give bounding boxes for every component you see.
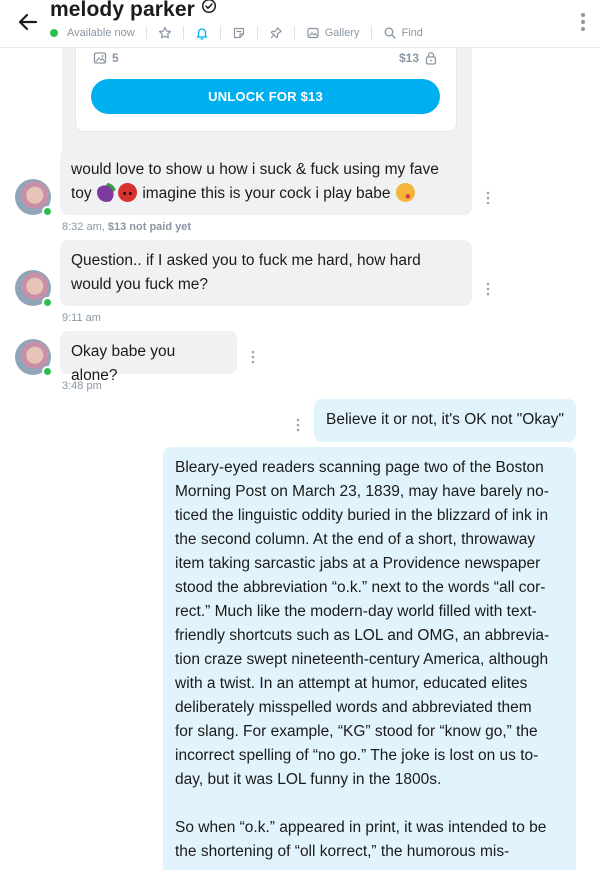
online-status-dot	[42, 206, 53, 217]
smiling-devil-icon	[118, 183, 137, 202]
divider	[182, 26, 184, 40]
divider	[293, 26, 295, 40]
lock-icon	[424, 51, 438, 65]
pin-icon[interactable]	[269, 26, 283, 40]
message-text-line: toy imagine this is your cock i play bab…	[71, 182, 461, 206]
image-icon	[93, 51, 107, 65]
divider	[219, 26, 221, 40]
message-text: Question.. if I asked you to fuck me har…	[71, 252, 421, 269]
message-text: Bleary-eyed readers scanning page two of…	[175, 459, 550, 860]
verified-badge-icon	[201, 0, 217, 20]
winking-kiss-icon	[395, 183, 415, 202]
message-text: Believe it or not, it's OK not "Okay"	[326, 411, 564, 428]
outgoing-message-bubble[interactable]: Bleary-eyed readers scanning page two of…	[163, 447, 576, 870]
gallery-label: Gallery	[324, 27, 360, 39]
availability-status: Available now	[67, 27, 135, 39]
message-time: 3:48 pm	[62, 380, 102, 392]
avatar[interactable]	[15, 179, 53, 217]
divider	[370, 26, 372, 40]
bell-icon[interactable]	[195, 26, 209, 40]
avatar[interactable]	[15, 270, 53, 308]
message-text: toy	[71, 185, 92, 202]
divider	[256, 26, 258, 40]
gallery-button[interactable]: Gallery	[306, 26, 360, 40]
outgoing-message-bubble[interactable]: Believe it or not, it's OK not "Okay"	[314, 399, 576, 442]
message-options-icon[interactable]	[296, 418, 300, 432]
price-text: $13	[399, 51, 420, 65]
message-meta: 8:32 am, $13 not paid yet	[62, 221, 191, 233]
payment-status: $13 not paid yet	[107, 221, 192, 233]
image-icon	[306, 26, 320, 40]
message-options-icon[interactable]	[251, 350, 255, 364]
media-count: 5	[93, 51, 119, 65]
message-time: 8:32 am,	[62, 221, 105, 233]
message-options-icon[interactable]	[486, 282, 490, 296]
incoming-message-bubble[interactable]: would love to show u how i suck & fuck u…	[60, 149, 472, 215]
note-icon[interactable]	[232, 26, 246, 40]
contact-name[interactable]: melody parker	[50, 0, 217, 22]
online-status-dot	[42, 366, 53, 377]
header-toolbar: Available now Gallery Find	[50, 24, 423, 42]
message-text: would love to show u how i suck & fuck u…	[71, 161, 439, 178]
message-time: 9:11 am	[62, 312, 101, 324]
back-arrow-icon[interactable]	[14, 8, 42, 36]
message-options-icon[interactable]	[486, 191, 490, 205]
divider	[145, 26, 147, 40]
chat-header: melody parker Available now Gallery Find	[0, 0, 600, 48]
star-icon[interactable]	[158, 26, 172, 40]
incoming-message-bubble[interactable]: Okay babe you alone?	[60, 331, 237, 384]
unlock-button[interactable]: UNLOCK FOR $13	[91, 79, 440, 114]
more-options-icon[interactable]	[580, 12, 586, 32]
message-text: imagine this is your cock i play babe	[142, 185, 391, 202]
eggplant-icon	[97, 183, 116, 202]
online-status-dot	[42, 297, 53, 308]
find-label: Find	[401, 27, 423, 39]
media-price: $13	[399, 51, 438, 65]
contact-name-text: melody parker	[50, 0, 195, 21]
media-count-text: 5	[112, 51, 119, 65]
message-text: would you fuck me?	[71, 276, 208, 293]
find-button[interactable]: Find	[383, 26, 423, 40]
incoming-message-bubble[interactable]: Question.. if I asked you to fuck me har…	[60, 240, 472, 306]
search-icon	[383, 26, 397, 40]
online-status-dot	[50, 29, 58, 37]
avatar[interactable]	[15, 339, 53, 377]
